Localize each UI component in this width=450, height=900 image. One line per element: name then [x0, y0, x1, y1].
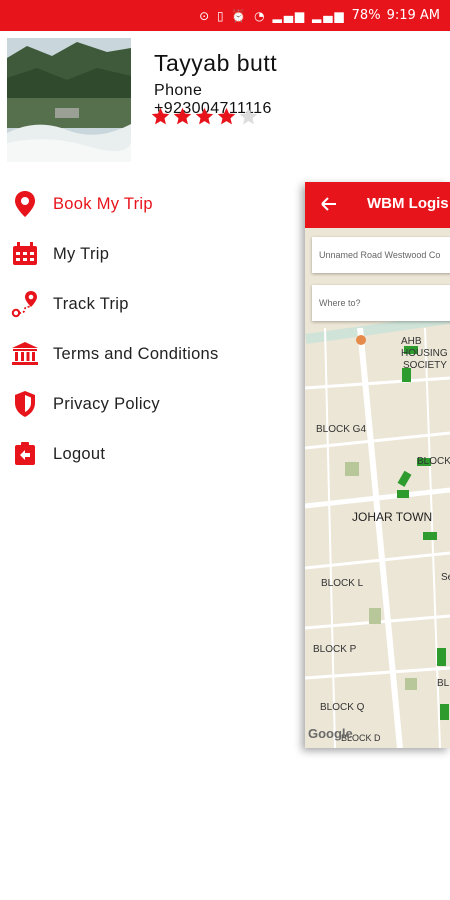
shield-icon: [11, 390, 39, 418]
navigation-drawer: Tayyab butt Phone +923004711116 Book My …: [0, 31, 305, 900]
drawer-menu: Book My Trip My Trip Track Trip Terms an…: [0, 179, 305, 479]
map-label: SOCIETY: [403, 360, 447, 371]
logout-icon: [11, 440, 39, 468]
main-screen-preview[interactable]: AHB HOUSING SOCIETY RC S BLOCK G4 BLOCK …: [305, 182, 450, 748]
star-filled-icon: [195, 107, 214, 125]
rating-stars: [150, 106, 259, 127]
menu-label: Logout: [53, 444, 106, 463]
google-logo: Google: [308, 726, 353, 741]
star-filled-icon: [173, 107, 192, 125]
app-toolbar: WBM Logis: [305, 182, 450, 228]
route-icon: [11, 290, 39, 318]
map-label: Se: [441, 572, 450, 583]
bank-icon: [11, 340, 39, 368]
menu-label: Book My Trip: [53, 194, 153, 213]
map-label: BLOCK: [417, 456, 450, 467]
pickup-field[interactable]: Unnamed Road Westwood Co: [312, 237, 450, 273]
status-icons: ⊙ ▯ ⏰ ◔ ▂▄▆ ▂▄▆: [199, 8, 346, 23]
avatar[interactable]: [7, 38, 131, 162]
back-arrow-icon[interactable]: [319, 194, 339, 214]
map-label: BLOCK L: [321, 578, 364, 589]
menu-label: Privacy Policy: [53, 394, 160, 413]
profile-name: Tayyab butt: [154, 50, 278, 76]
battery-level: 78%: [351, 8, 381, 23]
star-empty-icon: [239, 107, 258, 125]
map-label: BLOCK G4: [316, 424, 367, 435]
menu-item-my-trip[interactable]: My Trip: [0, 229, 305, 279]
menu-item-privacy-policy[interactable]: Privacy Policy: [0, 379, 305, 429]
calendar-icon: [11, 240, 39, 268]
map-label: AHB: [401, 336, 422, 347]
destination-field[interactable]: Where to?: [312, 285, 450, 321]
menu-label: Track Trip: [53, 294, 129, 313]
menu-item-track-trip[interactable]: Track Trip: [0, 279, 305, 329]
menu-item-book-my-trip[interactable]: Book My Trip: [0, 179, 305, 229]
clock: 9:19 AM: [386, 8, 440, 23]
map-label: BLOCK Q: [320, 702, 365, 713]
menu-label: My Trip: [53, 244, 110, 263]
star-filled-icon: [151, 107, 170, 125]
map-label: HOUSING: [401, 348, 448, 359]
app-title: WBM Logis: [367, 195, 449, 212]
location-pin-icon: [11, 190, 39, 218]
menu-label: Terms and Conditions: [53, 344, 219, 363]
menu-item-terms[interactable]: Terms and Conditions: [0, 329, 305, 379]
menu-item-logout[interactable]: Logout: [0, 429, 305, 479]
status-bar: ⊙ ▯ ⏰ ◔ ▂▄▆ ▂▄▆ 78% 9:19 AM: [0, 0, 450, 31]
star-filled-icon: [217, 107, 236, 125]
map-label: BL: [437, 678, 450, 689]
map-label: BLOCK P: [313, 644, 357, 655]
map-label: JOHAR TOWN: [352, 510, 433, 524]
